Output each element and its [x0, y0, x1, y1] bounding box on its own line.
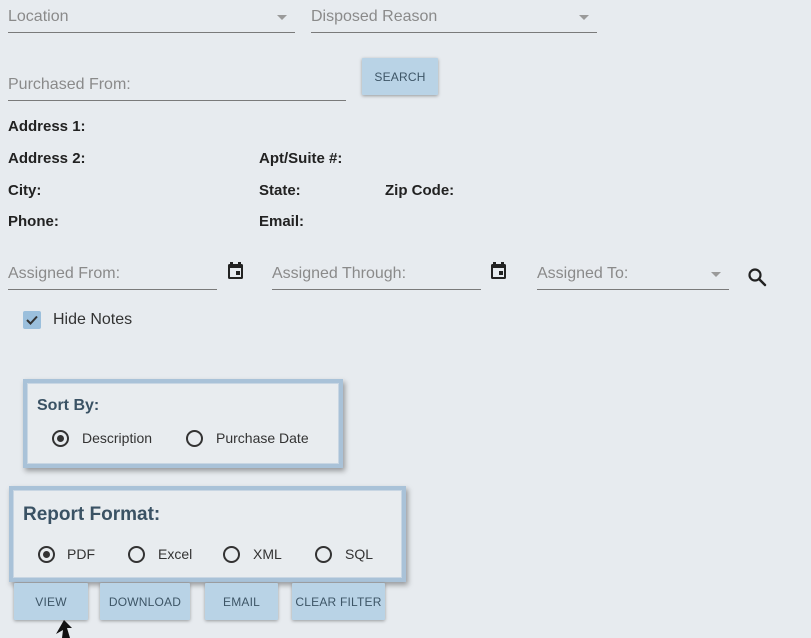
- address1-label: Address 1:: [8, 118, 86, 135]
- assigned-through-input[interactable]: Assigned Through:: [272, 261, 481, 290]
- format-excel-radio[interactable]: [128, 546, 145, 563]
- format-pdf-radio[interactable]: [38, 546, 55, 563]
- calendar-icon[interactable]: [228, 262, 243, 279]
- hide-notes-checkbox[interactable]: [23, 311, 41, 329]
- disposed-reason-select[interactable]: Disposed Reason: [311, 4, 597, 33]
- state-label: State:: [259, 182, 301, 199]
- assigned-from-placeholder: Assigned From:: [8, 265, 121, 282]
- address2-label: Address 2:: [8, 150, 86, 167]
- report-format-title: Report Format:: [23, 504, 161, 525]
- city-label: City:: [8, 182, 42, 199]
- hide-notes-label: Hide Notes: [53, 311, 133, 328]
- purchased-from-placeholder: Purchased From:: [8, 76, 131, 93]
- assigned-to-select[interactable]: Assigned To:: [537, 261, 729, 290]
- sort-purchase-date-radio[interactable]: [186, 430, 203, 447]
- email-button[interactable]: EMAIL: [205, 583, 278, 620]
- sort-by-title: Sort By:: [37, 397, 100, 414]
- sort-purchase-date-label: Purchase Date: [216, 430, 309, 446]
- chevron-down-icon: [579, 15, 589, 20]
- download-button[interactable]: DOWNLOAD: [100, 583, 190, 620]
- sort-description-radio[interactable]: [52, 430, 69, 447]
- sort-by-panel: Sort By: Description Purchase Date: [23, 379, 343, 468]
- calendar-icon[interactable]: [491, 262, 506, 279]
- format-excel-label: Excel: [158, 546, 193, 562]
- phone-label: Phone:: [8, 213, 59, 230]
- assigned-through-placeholder: Assigned Through:: [272, 265, 407, 282]
- view-button[interactable]: VIEW: [14, 583, 88, 620]
- report-format-panel: Report Format: PDF Excel XML SQL: [9, 486, 406, 582]
- assigned-from-input[interactable]: Assigned From:: [8, 261, 217, 290]
- clear-filter-button[interactable]: CLEAR FILTER: [292, 583, 385, 620]
- chevron-down-icon: [711, 272, 721, 277]
- format-xml-radio[interactable]: [223, 546, 240, 563]
- email-label: Email:: [259, 213, 305, 230]
- disposed-reason-placeholder: Disposed Reason: [311, 8, 438, 25]
- purchased-from-input[interactable]: Purchased From:: [8, 72, 346, 101]
- format-pdf-label: PDF: [67, 546, 95, 562]
- search-button[interactable]: SEARCH: [362, 58, 438, 95]
- checkmark-icon: [26, 315, 38, 325]
- sort-description-label: Description: [82, 430, 153, 446]
- assigned-to-placeholder: Assigned To:: [537, 265, 629, 282]
- apt-suite-label: Apt/Suite #:: [259, 150, 343, 167]
- format-sql-radio[interactable]: [315, 546, 332, 563]
- search-icon[interactable]: [747, 267, 767, 287]
- format-sql-label: SQL: [345, 546, 374, 562]
- chevron-down-icon: [277, 15, 287, 20]
- zip-code-label: Zip Code:: [385, 182, 455, 199]
- mouse-cursor-icon: [56, 620, 72, 638]
- location-placeholder: Location: [8, 8, 69, 25]
- format-xml-label: XML: [253, 546, 282, 562]
- location-select[interactable]: Location: [8, 4, 295, 33]
